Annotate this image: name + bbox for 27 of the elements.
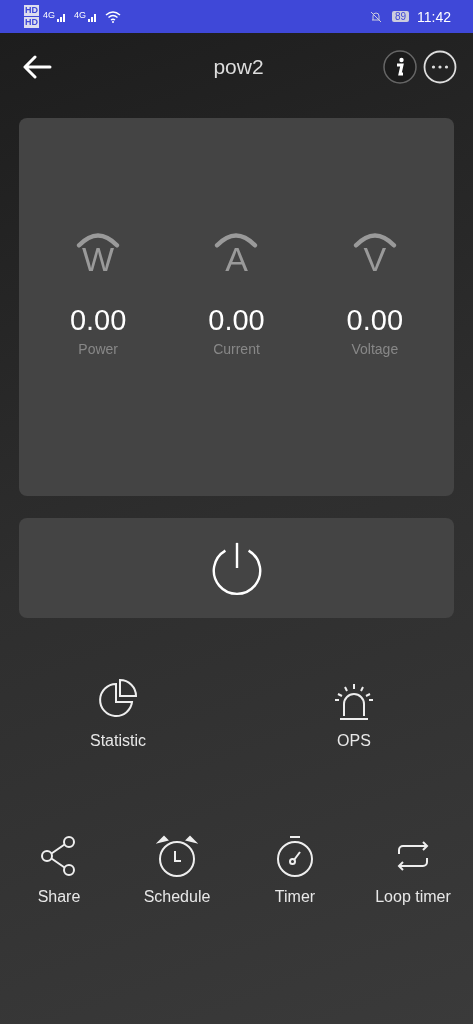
signal-icon [57,11,67,22]
meter-label: Power [78,340,118,357]
battery-level: 89 [391,11,409,22]
device-title: pow2 [212,54,265,79]
sim-badge: HD [24,17,39,28]
feature-button[interactable]: Statistic [90,676,146,750]
more-button[interactable] [423,49,457,84]
sim-badge: HD [24,5,39,16]
wifi-icon [105,10,122,23]
info-button[interactable] [383,49,417,84]
feature-button[interactable]: Schedule [143,832,211,906]
network-label: 4G [43,10,55,20]
back-button[interactable] [22,54,52,79]
feature-button[interactable]: OPS [330,676,378,750]
feature-button[interactable]: Loop timer [375,832,451,906]
meter-value: 0.00 [69,303,127,337]
network-label: 4G [74,10,87,20]
signal-icon [88,11,99,22]
bell-off-icon [369,10,382,23]
meter-value: 0.00 [346,303,404,337]
power-toggle[interactable] [19,518,454,618]
clock: 11:42 [417,8,451,25]
feature-button[interactable]: Timer [271,832,319,906]
meter-value: 0.00 [208,303,265,337]
feature-button[interactable]: Share [35,832,83,906]
meter-label: Current [213,340,260,357]
meter-label: Voltage [351,340,399,357]
